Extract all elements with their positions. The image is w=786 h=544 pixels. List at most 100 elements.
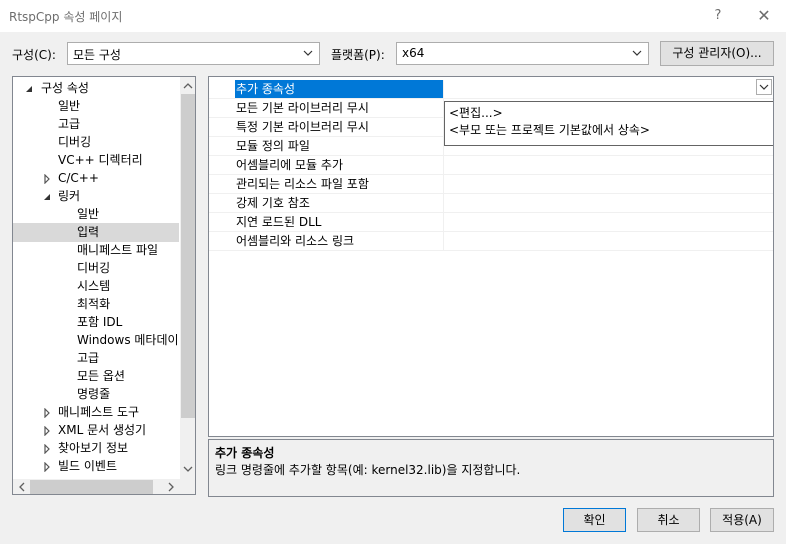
collapsed-arrow-icon[interactable] [42, 426, 52, 436]
tree-item-label: 고급 [77, 351, 100, 365]
tree-item[interactable]: 링커 [13, 187, 179, 206]
property-name[interactable]: 지연 로드된 DLL [235, 213, 444, 231]
tree-item-label: C/C++ [58, 171, 99, 185]
help-button[interactable]: ? [706, 4, 730, 28]
tree-horizontal-thumb[interactable] [30, 480, 153, 494]
value-dropdown-button[interactable] [756, 79, 772, 95]
config-manager-button[interactable]: 구성 관리자(O)... [660, 41, 774, 66]
description-title: 추가 종속성 [215, 446, 275, 460]
tree-item-label: 일반 [58, 99, 81, 113]
close-button[interactable]: ✕ [752, 4, 776, 28]
tree-item[interactable]: 포함 IDL [13, 313, 179, 332]
property-name[interactable]: 어셈블리에 모듈 추가 [235, 156, 444, 174]
tree-item-label: 모든 옵션 [77, 369, 125, 383]
tree-item-label: 빌드 이벤트 [58, 459, 118, 473]
property-row[interactable]: 추가 종속성 [209, 80, 773, 99]
tree-item[interactable]: 입력 [13, 223, 179, 242]
scroll-left-icon[interactable] [17, 482, 27, 492]
tree-item-label: 구성 속성 [41, 81, 89, 95]
tree-vertical-scrollbar[interactable] [180, 77, 195, 479]
tree-item[interactable]: VC++ 디렉터리 [13, 151, 179, 170]
tree-item[interactable]: 최적화 [13, 295, 179, 314]
property-row[interactable]: 어셈블리와 리소스 링크 [209, 232, 773, 251]
dropdown-option-edit[interactable]: <편집...> [449, 104, 503, 121]
apply-button[interactable]: 적용(A) [710, 508, 774, 532]
tree-item[interactable]: 명령줄 [13, 385, 179, 404]
property-name[interactable]: 관리되는 리소스 파일 포함 [235, 175, 444, 193]
collapsed-arrow-icon[interactable] [42, 462, 52, 472]
tree-item-label: 매니페스트 파일 [77, 243, 159, 257]
property-row[interactable]: 강제 기호 참조 [209, 194, 773, 213]
tree-item[interactable]: 매니페스트 파일 [13, 241, 179, 260]
property-row[interactable]: 관리되는 리소스 파일 포함 [209, 175, 773, 194]
tree-item-label: 일반 [77, 207, 100, 221]
property-tree[interactable]: 구성 속성 일반 고급 디버깅 VC++ 디렉터리 C/C++ 링커 일반 입력 매니페스트 파일… [12, 76, 196, 495]
property-name[interactable]: 추가 종속성 [235, 80, 444, 98]
cancel-button[interactable]: 취소 [637, 508, 700, 532]
title-bar: RtspCpp 속성 페이지 ? ✕ [0, 0, 786, 32]
ok-button[interactable]: 확인 [563, 508, 626, 532]
chevron-down-icon [759, 84, 769, 90]
scroll-down-icon[interactable] [183, 464, 193, 474]
tree-item[interactable]: 고급 [13, 349, 179, 368]
property-name[interactable]: 강제 기호 참조 [235, 194, 444, 212]
tree-item[interactable]: 일반 [13, 97, 179, 116]
property-value[interactable] [445, 156, 773, 174]
tree-item-label: XML 문서 생성기 [58, 423, 147, 437]
tree-item[interactable]: XML 문서 생성기 [13, 421, 179, 440]
tree-vertical-thumb[interactable] [181, 94, 195, 418]
tree-item-label: 찾아보기 정보 [58, 441, 129, 455]
property-value[interactable] [445, 194, 773, 212]
property-value[interactable] [445, 232, 773, 250]
property-name[interactable]: 어셈블리와 리소스 링크 [235, 232, 444, 250]
config-dropdown[interactable]: 모든 구성 [67, 42, 320, 65]
tree-item[interactable]: 디버깅 [13, 259, 179, 278]
property-row[interactable]: 어셈블리에 모듈 추가 [209, 156, 773, 175]
scroll-up-icon[interactable] [183, 81, 193, 91]
tree-item[interactable]: 구성 속성 [13, 79, 179, 98]
property-row[interactable]: 지연 로드된 DLL [209, 213, 773, 232]
property-value[interactable] [445, 175, 773, 193]
chevron-down-icon [303, 50, 313, 56]
tree-item[interactable]: 디버깅 [13, 133, 179, 152]
property-name[interactable]: 특정 기본 라이브러리 무시 [235, 118, 444, 136]
tree-item-label: 디버깅 [58, 135, 92, 149]
collapsed-arrow-icon[interactable] [42, 408, 52, 418]
config-label: 구성(C): [12, 48, 56, 62]
tree-item[interactable]: 모든 옵션 [13, 367, 179, 386]
property-value[interactable] [445, 80, 773, 98]
tree-item[interactable]: 매니페스트 도구 [13, 403, 179, 422]
collapsed-arrow-icon[interactable] [42, 444, 52, 454]
tree-item[interactable]: C/C++ [13, 169, 179, 188]
tree-item[interactable]: 시스템 [13, 277, 179, 296]
tree-item-label: 고급 [58, 117, 81, 131]
expanded-arrow-icon[interactable] [24, 84, 34, 94]
property-value[interactable] [445, 213, 773, 231]
platform-dropdown[interactable]: x64 [396, 42, 649, 65]
tree-item-label: 매니페스트 도구 [58, 405, 140, 419]
tree-horizontal-scrollbar[interactable] [13, 479, 180, 494]
value-dropdown-list[interactable]: <편집...> <부모 또는 프로젝트 기본값에서 상속> [444, 101, 773, 146]
property-name[interactable]: 모듈 정의 파일 [235, 137, 444, 155]
platform-label: 플랫폼(P): [331, 48, 385, 62]
window-title: RtspCpp 속성 페이지 [9, 10, 123, 24]
dropdown-option-inherit[interactable]: <부모 또는 프로젝트 기본값에서 상속> [449, 121, 650, 138]
expanded-arrow-icon[interactable] [42, 192, 52, 202]
tree-item-label: VC++ 디렉터리 [58, 153, 143, 167]
tree-item-label: 입력 [77, 225, 100, 239]
tree-item-label: 시스템 [77, 279, 111, 293]
tree-item-label: Windows 메타데이 [77, 333, 179, 347]
tree-item-label: 포함 IDL [77, 315, 123, 329]
property-name[interactable]: 모든 기본 라이브러리 무시 [235, 99, 444, 117]
platform-value: x64 [402, 46, 425, 60]
description-text: 링크 명령줄에 추가할 항목(예: kernel32.lib)을 지정합니다. [215, 463, 521, 477]
tree-item[interactable]: 일반 [13, 205, 179, 224]
tree-item[interactable]: 찾아보기 정보 [13, 439, 179, 458]
tree-item[interactable]: 빌드 이벤트 [13, 457, 179, 476]
scrollbar-corner [180, 479, 195, 494]
tree-item[interactable]: 고급 [13, 115, 179, 134]
collapsed-arrow-icon[interactable] [42, 174, 52, 184]
scroll-right-icon[interactable] [166, 482, 176, 492]
tree-item[interactable]: Windows 메타데이 [13, 331, 179, 350]
property-grid[interactable]: 추가 종속성 모든 기본 라이브러리 무시 특정 기본 라이브러리 무시 모듈 정의 … [208, 76, 774, 437]
